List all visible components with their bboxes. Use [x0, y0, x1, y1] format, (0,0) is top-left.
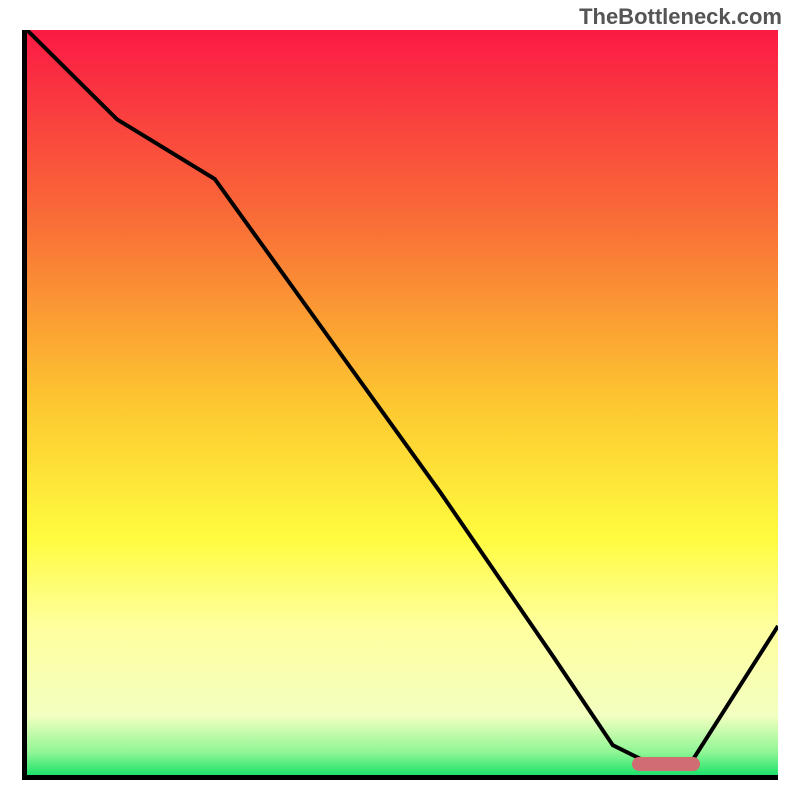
- bottleneck-curve: [27, 30, 778, 775]
- optimal-range-marker: [632, 757, 700, 771]
- watermark-text: TheBottleneck.com: [579, 4, 782, 30]
- chart-container: TheBottleneck.com: [0, 0, 800, 800]
- plot-area: [22, 30, 778, 780]
